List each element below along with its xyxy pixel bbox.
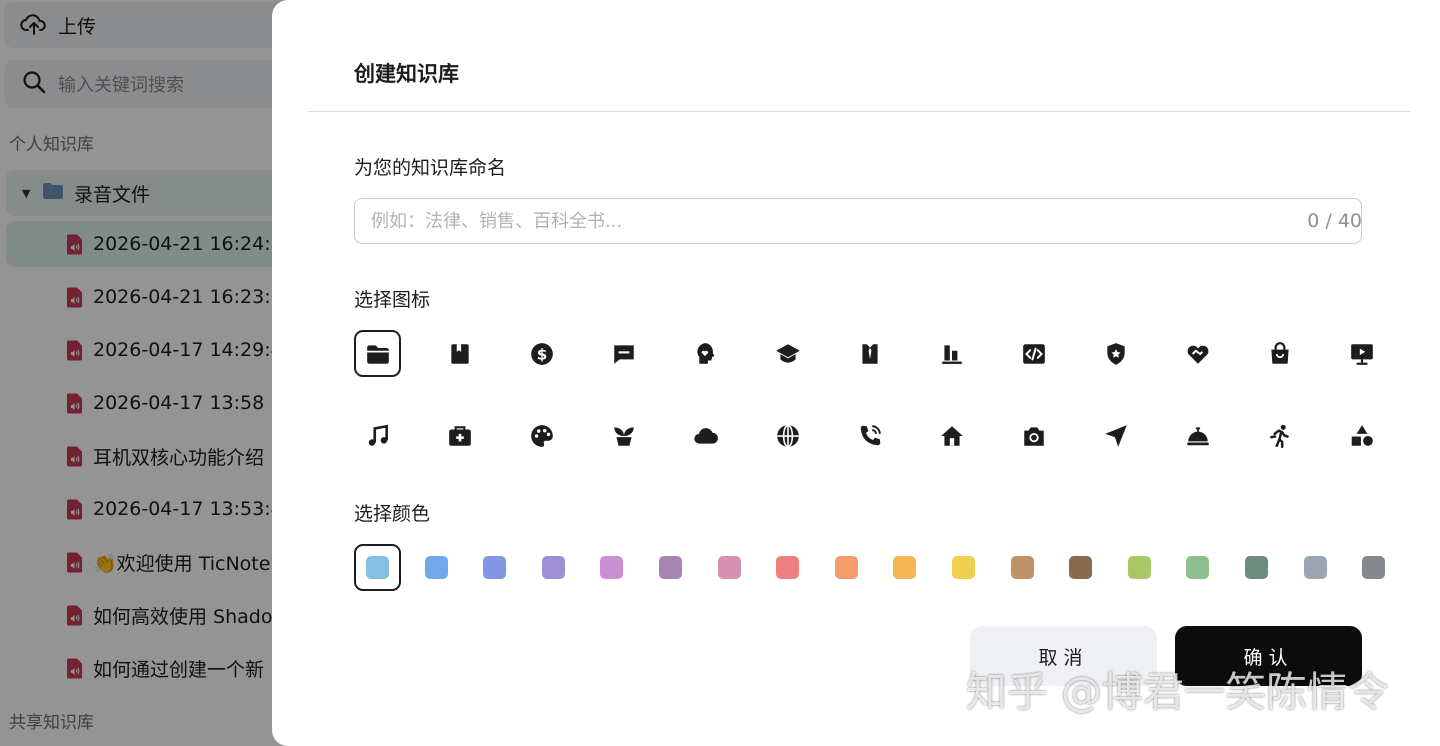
- icon-option[interactable]: [436, 330, 483, 377]
- icon-option[interactable]: [1010, 412, 1057, 459]
- palette-icon: [529, 423, 555, 449]
- icon-option[interactable]: [1338, 330, 1385, 377]
- shopping-bag-icon: [1267, 341, 1293, 367]
- color-option[interactable]: [706, 544, 753, 591]
- message-icon: [611, 341, 637, 367]
- icon-option[interactable]: [354, 330, 401, 377]
- color-option[interactable]: [1350, 544, 1397, 591]
- icon-option[interactable]: [1092, 412, 1139, 459]
- name-counter: 0 / 40: [1307, 210, 1362, 232]
- sprout-icon: [611, 423, 637, 449]
- color-option[interactable]: [413, 544, 460, 591]
- color-swatch: [541, 556, 565, 579]
- music-icon: [365, 423, 391, 449]
- modal-divider: [308, 111, 1410, 112]
- icon-option[interactable]: [436, 412, 483, 459]
- color-option[interactable]: [823, 544, 870, 591]
- modal-title: 创建知识库: [354, 62, 459, 86]
- color-swatch: [776, 556, 800, 579]
- icon-option[interactable]: [682, 330, 729, 377]
- watermark: 知乎 @博君一笑陈情令: [966, 668, 1390, 716]
- color-swatch: [1127, 556, 1151, 579]
- color-option[interactable]: [1233, 544, 1280, 591]
- color-option[interactable]: [647, 544, 694, 591]
- color-option[interactable]: [999, 544, 1046, 591]
- icon-option[interactable]: [1174, 412, 1221, 459]
- color-swatch: [1362, 556, 1386, 579]
- graduation-cap-icon: [775, 341, 801, 367]
- icon-option[interactable]: [1092, 330, 1139, 377]
- first-aid-icon: [447, 423, 473, 449]
- globe-icon: [775, 423, 801, 449]
- color-swatch: [952, 556, 975, 579]
- icon-option[interactable]: [928, 330, 975, 377]
- color-swatch: [893, 556, 917, 579]
- icon-option[interactable]: [928, 412, 975, 459]
- color-swatch: [1010, 556, 1034, 579]
- name-input[interactable]: [354, 198, 1362, 244]
- icon-option[interactable]: [1338, 412, 1385, 459]
- color-swatch: [1186, 556, 1210, 579]
- color-swatch: [1303, 556, 1327, 579]
- shapes-icon: [1349, 423, 1375, 449]
- color-option[interactable]: [1292, 544, 1339, 591]
- color-label: 选择颜色: [354, 503, 431, 525]
- chart-icon: [939, 341, 965, 367]
- icon-option[interactable]: [600, 330, 647, 377]
- color-swatch: [600, 556, 624, 579]
- color-option[interactable]: [588, 544, 635, 591]
- icon-label: 选择图标: [354, 289, 431, 311]
- icon-option[interactable]: [518, 412, 565, 459]
- icon-option[interactable]: [600, 412, 647, 459]
- phone-icon: [857, 423, 883, 449]
- heart-handshake-icon: [1185, 341, 1211, 367]
- presentation-icon: [1349, 341, 1375, 367]
- icon-option[interactable]: [1256, 330, 1303, 377]
- shield-star-icon: [1103, 341, 1129, 367]
- service-bell-icon: [1185, 423, 1211, 449]
- folder-icon: [365, 341, 391, 367]
- icon-option[interactable]: [682, 412, 729, 459]
- icon-option[interactable]: [764, 330, 811, 377]
- color-swatch: [659, 556, 682, 579]
- color-option[interactable]: [940, 544, 987, 591]
- svg-text:$: $: [536, 345, 547, 363]
- cloud-icon: [693, 423, 719, 449]
- camera-icon: [1021, 423, 1047, 449]
- color-swatch: [717, 556, 741, 579]
- icon-option[interactable]: [846, 330, 893, 377]
- color-option[interactable]: [1057, 544, 1104, 591]
- running-icon: [1267, 423, 1293, 449]
- color-option[interactable]: [764, 544, 811, 591]
- color-swatch: [366, 556, 389, 579]
- icon-option[interactable]: $: [518, 330, 565, 377]
- suit-icon: [857, 341, 883, 367]
- color-option[interactable]: [1116, 544, 1163, 591]
- code-icon: [1021, 341, 1047, 367]
- color-swatch: [1069, 556, 1093, 579]
- icon-option[interactable]: [1174, 330, 1221, 377]
- icon-option[interactable]: [846, 412, 893, 459]
- dollar-icon: $: [529, 341, 555, 367]
- name-label: 为您的知识库命名: [354, 157, 507, 179]
- icon-option[interactable]: [1256, 412, 1303, 459]
- color-swatch: [834, 556, 858, 579]
- icon-option[interactable]: [764, 412, 811, 459]
- home-icon: [939, 423, 965, 449]
- icon-option[interactable]: [354, 412, 401, 459]
- icon-option[interactable]: [1010, 330, 1057, 377]
- color-option[interactable]: [530, 544, 577, 591]
- color-swatch: [483, 556, 507, 579]
- color-option[interactable]: [471, 544, 518, 591]
- color-option[interactable]: [881, 544, 928, 591]
- color-option[interactable]: [354, 544, 401, 591]
- color-swatch: [1245, 556, 1268, 579]
- navigation-icon: [1103, 423, 1129, 449]
- color-option[interactable]: [1174, 544, 1221, 591]
- book-icon: [447, 341, 473, 367]
- head-heart-icon: [693, 341, 719, 367]
- color-swatch: [424, 556, 448, 579]
- create-knowledge-base-modal: 创建知识库 为您的知识库命名 0 / 40 选择图标 $ 选择颜色 取消 确认: [272, 0, 1440, 746]
